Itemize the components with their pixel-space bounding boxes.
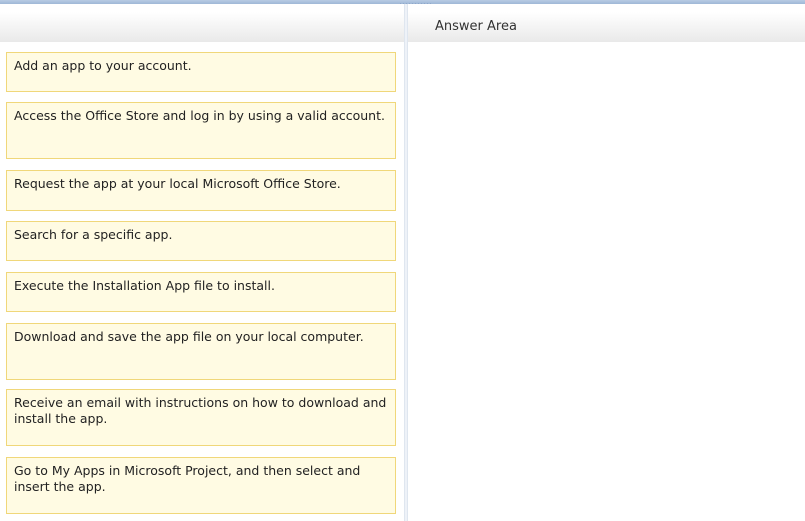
answer-area-header: Answer Area [408, 12, 805, 42]
draggable-item-access-office-store[interactable]: Access the Office Store and log in by us… [6, 102, 396, 159]
draggable-item-add-app[interactable]: Add an app to your account. [6, 52, 396, 92]
draggable-item-search-app[interactable]: Search for a specific app. [6, 221, 396, 261]
draggable-item-download-save[interactable]: Download and save the app file on your l… [6, 323, 396, 380]
answer-area-pane[interactable]: Answer Area [408, 4, 805, 521]
draggable-item-receive-email[interactable]: Receive an email with instructions on ho… [6, 389, 396, 446]
draggable-item-execute-installation[interactable]: Execute the Installation App file to ins… [6, 272, 396, 312]
choices-pane: Add an app to your account. Access the O… [0, 4, 404, 521]
choices-header [0, 12, 404, 42]
draggable-item-go-to-my-apps[interactable]: Go to My Apps in Microsoft Project, and … [6, 457, 396, 514]
draggable-item-request-app[interactable]: Request the app at your local Microsoft … [6, 170, 396, 211]
answer-area-title: Answer Area [435, 19, 517, 34]
